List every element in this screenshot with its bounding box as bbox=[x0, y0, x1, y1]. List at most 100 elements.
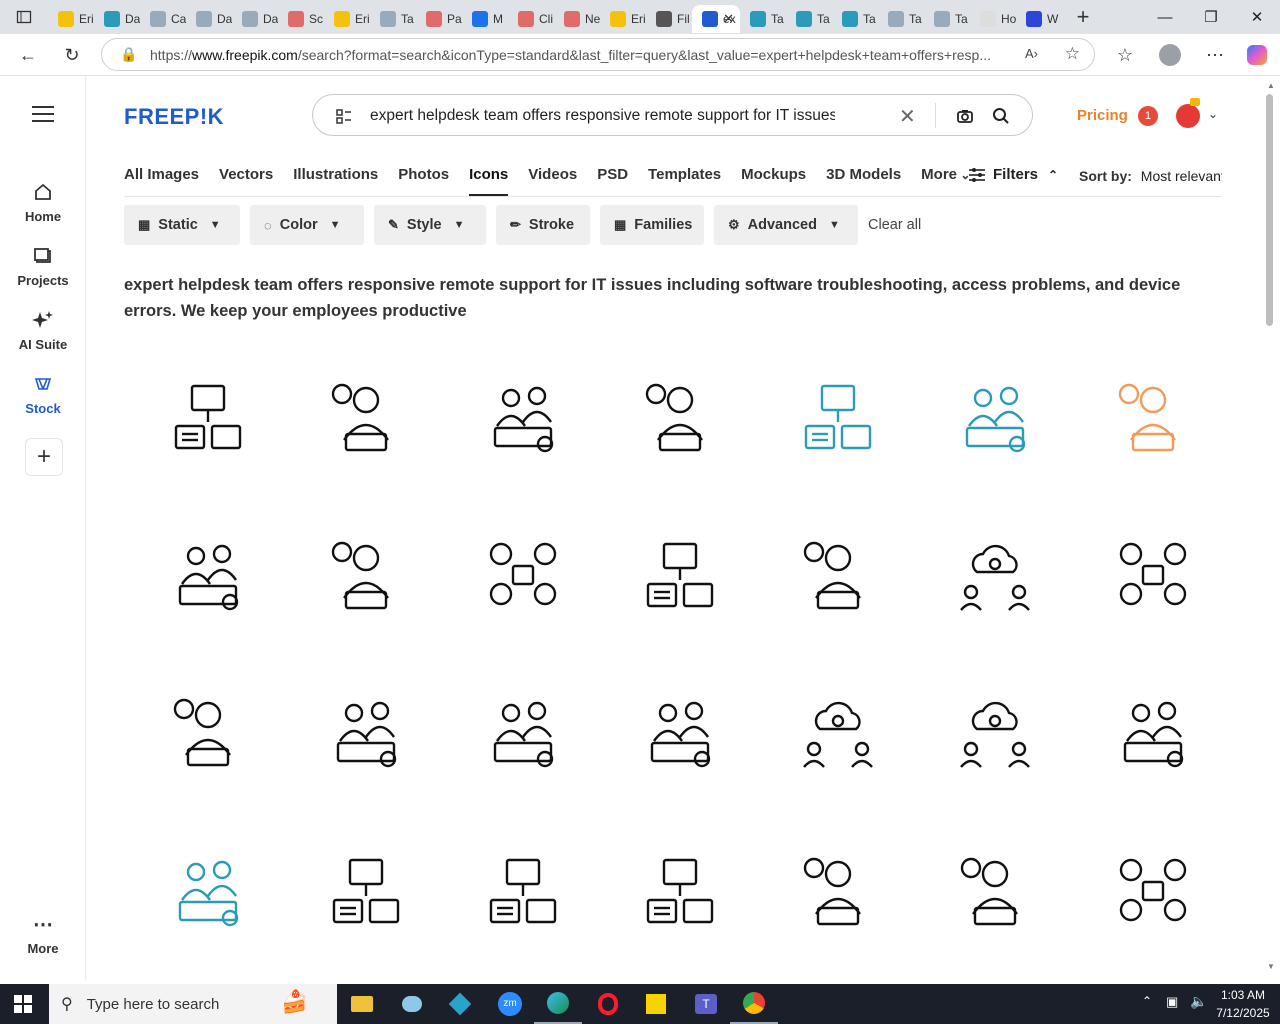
team-gear-color-icon[interactable] bbox=[168, 852, 248, 932]
zoom-icon[interactable]: zm bbox=[486, 984, 534, 1024]
read-aloud-icon[interactable]: A› bbox=[1025, 46, 1038, 61]
close-tab-icon[interactable]: ✕ bbox=[723, 11, 734, 27]
sidebar-item-more[interactable]: ⋯ More bbox=[0, 915, 86, 956]
pricing-link[interactable]: Pricing bbox=[1077, 107, 1128, 124]
agents-info-icon[interactable] bbox=[1113, 852, 1193, 932]
category-tab-photos[interactable]: Photos bbox=[398, 166, 449, 196]
browser-tab[interactable]: Ne bbox=[554, 5, 600, 33]
browser-tab[interactable]: Fil bbox=[646, 5, 692, 33]
chat-support-desk-icon[interactable] bbox=[483, 693, 563, 773]
browser-tab[interactable]: Da bbox=[186, 5, 232, 33]
browser-tab[interactable]: Eri bbox=[600, 5, 646, 33]
browser-tab[interactable]: Ta bbox=[786, 5, 832, 33]
laptop-brain-alert-icon[interactable] bbox=[798, 852, 878, 932]
sidebar-item-ai-suite[interactable]: AI Suite bbox=[0, 309, 86, 352]
url-field[interactable]: 🔒 https://www.freepik.com/search?format=… bbox=[101, 38, 1095, 71]
screens-agent-icon[interactable] bbox=[640, 536, 720, 616]
browser-tab[interactable]: Ta bbox=[878, 5, 924, 33]
clear-all-link[interactable]: Clear all bbox=[868, 217, 921, 233]
sidebar-item-home[interactable]: Home bbox=[0, 181, 86, 224]
cloud-network-agents-icon-2[interactable] bbox=[955, 693, 1035, 773]
search-bar[interactable]: expert helpdesk team offers responsive r… bbox=[312, 94, 1033, 136]
families-filter-chip[interactable]: ▦ Families bbox=[600, 205, 704, 245]
clear-search-icon[interactable]: ✕ bbox=[899, 104, 916, 129]
search-icon[interactable] bbox=[992, 107, 1010, 125]
restore-icon[interactable]: ❐ bbox=[1188, 0, 1234, 34]
browser-tab[interactable]: ex ✕ bbox=[692, 5, 740, 33]
advanced-filter-chip[interactable]: ⚙ Advanced ▼ bbox=[714, 205, 858, 245]
laptop-support-network-icon[interactable] bbox=[798, 378, 878, 458]
favorite-star-icon[interactable]: ☆ bbox=[1065, 44, 1080, 64]
sidebar-item-projects[interactable]: Projects bbox=[0, 245, 86, 288]
browser-tab[interactable]: Ta bbox=[832, 5, 878, 33]
freepik-logo[interactable]: FREEP!K bbox=[124, 104, 224, 130]
scroll-up-icon[interactable]: ▲ bbox=[1267, 81, 1275, 90]
browser-tab[interactable]: Da bbox=[232, 5, 278, 33]
category-tab-more[interactable]: More ⌄ bbox=[921, 166, 970, 196]
category-tab-all-images[interactable]: All Images bbox=[124, 166, 199, 196]
browser-tab[interactable]: Eri bbox=[48, 5, 94, 33]
headset-question-icon[interactable] bbox=[640, 378, 720, 458]
browser-tab[interactable]: Ta bbox=[370, 5, 416, 33]
volume-icon[interactable]: 🔈 bbox=[1190, 993, 1207, 1010]
monitor-headset-question-icon[interactable] bbox=[483, 852, 563, 932]
agent-wrench-icon[interactable] bbox=[955, 852, 1035, 932]
support-desk-team-icon[interactable] bbox=[168, 536, 248, 616]
cloud-network-agents-icon[interactable] bbox=[798, 693, 878, 773]
add-new-icon[interactable]: + bbox=[25, 438, 63, 476]
support-agent-screen-icon[interactable] bbox=[326, 378, 406, 458]
back-icon[interactable]: ← bbox=[13, 40, 43, 70]
headset-agent-question-icon[interactable] bbox=[798, 536, 878, 616]
reload-icon[interactable]: ↻ bbox=[57, 40, 87, 70]
browser-menu-icon[interactable]: ⋯ bbox=[1200, 40, 1230, 70]
close-window-icon[interactable]: ✕ bbox=[1234, 0, 1280, 34]
browser-tab[interactable]: Eri bbox=[324, 5, 370, 33]
tab-actions-icon[interactable] bbox=[0, 0, 48, 34]
profile-avatar-icon[interactable] bbox=[1155, 40, 1185, 70]
support-team-gear-outline-icon[interactable] bbox=[640, 693, 720, 773]
camera-icon[interactable] bbox=[956, 107, 974, 125]
agent-mail-contacts-icon[interactable] bbox=[326, 536, 406, 616]
taskbar-search[interactable]: ⚲ Type here to search 🍰 bbox=[49, 984, 337, 1024]
account-chevron-icon[interactable]: ⌄ bbox=[1208, 107, 1218, 121]
category-tab-videos[interactable]: Videos bbox=[528, 166, 577, 196]
url-text[interactable]: https://www.freepik.com/search?format=se… bbox=[150, 47, 1010, 63]
avatar[interactable] bbox=[1176, 104, 1200, 128]
sidebar-item-stock[interactable]: Stock bbox=[0, 373, 86, 416]
sticky-notes-icon[interactable] bbox=[632, 984, 680, 1024]
filters-toggle[interactable]: Filters ⌃ bbox=[969, 166, 1058, 183]
static-filter-chip[interactable]: ▦ Static ▼ bbox=[124, 205, 240, 245]
browser-tab[interactable]: Ho bbox=[970, 5, 1016, 33]
question-chair-icon[interactable] bbox=[168, 693, 248, 773]
chrome-icon[interactable] bbox=[730, 984, 778, 1024]
browser-tab[interactable]: Cli bbox=[508, 5, 554, 33]
it-support-network-icon[interactable] bbox=[168, 378, 248, 458]
support-team-gear-icon[interactable] bbox=[955, 378, 1035, 458]
style-filter-chip[interactable]: ✎ Style ▼ bbox=[374, 205, 486, 245]
copilot-icon[interactable] bbox=[1242, 40, 1272, 70]
hamburger-menu-icon[interactable] bbox=[32, 106, 54, 122]
people-network-question-icon[interactable] bbox=[1113, 536, 1193, 616]
vertical-scrollbar[interactable]: ▲ ▼ bbox=[1262, 76, 1280, 980]
taskbar-clock[interactable]: 1:03 AM 7/12/2025 bbox=[1212, 986, 1274, 1022]
windows-start-icon[interactable] bbox=[14, 995, 32, 1018]
opera-icon[interactable] bbox=[584, 984, 632, 1024]
cloud-agents-icon[interactable] bbox=[955, 536, 1035, 616]
new-tab-button[interactable]: + bbox=[1062, 4, 1104, 30]
helpdesk-team-gear-icon[interactable] bbox=[483, 378, 563, 458]
browser-tab[interactable]: Ta bbox=[924, 5, 970, 33]
category-tab-3d-models[interactable]: 3D Models bbox=[826, 166, 901, 196]
support-network-people-icon[interactable] bbox=[483, 536, 563, 616]
sort-dropdown[interactable]: Sort by: Most relevant bbox=[1079, 168, 1222, 184]
category-tab-mockups[interactable]: Mockups bbox=[741, 166, 806, 196]
minimize-icon[interactable]: — bbox=[1142, 0, 1188, 34]
support-agent-screen-icon-orange[interactable] bbox=[1113, 378, 1193, 458]
category-tab-templates[interactable]: Templates bbox=[648, 166, 721, 196]
network-icon[interactable]: ▣ bbox=[1166, 994, 1178, 1010]
search-type-icon[interactable] bbox=[335, 107, 353, 125]
stroke-filter-chip[interactable]: ✏ Stroke bbox=[496, 205, 590, 245]
file-explorer-icon[interactable] bbox=[338, 984, 386, 1024]
browser-tab[interactable]: M bbox=[462, 5, 508, 33]
agent-question-tools-icon[interactable] bbox=[1113, 693, 1193, 773]
category-tab-psd[interactable]: PSD bbox=[597, 166, 628, 196]
